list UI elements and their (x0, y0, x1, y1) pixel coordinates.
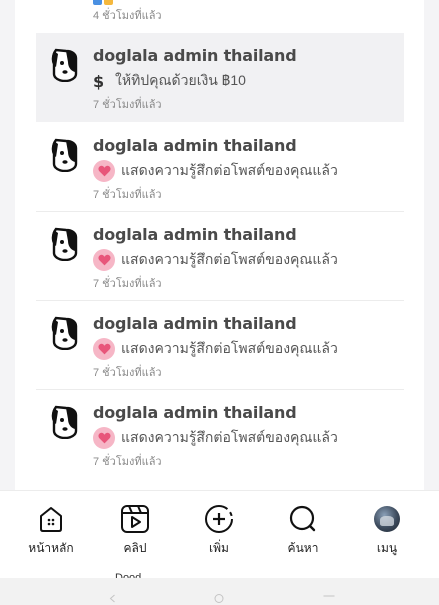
notification-message: $ ให้ทิปคุณด้วยเงิน ฿10 (93, 70, 246, 92)
dog-avatar-icon (51, 227, 78, 261)
nav-home-label: หน้าหลัก (28, 541, 74, 555)
notification-item[interactable]: doglala admin thailand แสดงความรู้สึกต่อ… (36, 301, 404, 390)
notification-sender: doglala admin thailand (93, 403, 297, 422)
notification-sender: doglala admin thailand (93, 46, 297, 65)
back-icon[interactable] (102, 592, 124, 605)
notification-message: แสดงความรู้สึกต่อโพสต์ของคุณแล้ว (93, 160, 338, 182)
recent-apps-icon[interactable] (318, 592, 340, 605)
notification-message-text: แสดงความรู้สึกต่อโพสต์ของคุณแล้ว (121, 162, 338, 178)
notification-message: แสดงความรู้สึกต่อโพสต์ของคุณแล้ว (93, 338, 338, 360)
nav-search[interactable]: ค้นหา (273, 503, 333, 558)
nav-clips[interactable]: คลิป (105, 503, 165, 558)
notification-sender: doglala admin thailand (93, 225, 297, 244)
dollar-icon: $ (93, 71, 105, 91)
video-clip-icon (121, 505, 149, 533)
dog-avatar-icon (51, 405, 78, 439)
nav-add-label: เพิ่ม (209, 541, 229, 555)
nav-home[interactable]: หน้าหลัก (21, 503, 81, 558)
system-navigation-bar (0, 578, 439, 605)
reaction-icons (93, 0, 115, 5)
nav-menu-label: เมนู (376, 541, 398, 555)
notification-message-text: ให้ทิปคุณด้วยเงิน ฿10 (115, 72, 246, 88)
nav-menu[interactable]: เมนู (357, 503, 417, 558)
heart-icon (93, 427, 115, 449)
notification-time: 7 ชั่วโมงที่แล้ว (93, 367, 162, 379)
notification-item[interactable]: doglala admin thailand แสดงความรู้สึกต่อ… (36, 390, 404, 479)
dog-avatar-icon (51, 316, 78, 350)
notification-message: แสดงความรู้สึกต่อโพสต์ของคุณแล้ว (93, 427, 338, 449)
notification-time: 7 ชั่วโมงที่แล้ว (93, 278, 162, 290)
bottom-navigation: หน้าหลัก คลิป เพิ่ม ค้นหา เมนู (0, 490, 439, 578)
profile-avatar (374, 506, 400, 532)
notification-item[interactable]: doglala admin thailand แสดงความรู้สึกต่อ… (36, 123, 404, 212)
notification-item[interactable]: doglala admin thailand $ ให้ทิปคุณด้วยเง… (36, 33, 404, 122)
heart-icon (93, 160, 115, 182)
nav-clips-label: คลิป (123, 541, 147, 555)
notification-time: 4 ชั่วโมงที่แล้ว (93, 10, 162, 22)
notification-time: 7 ชั่วโมงที่แล้ว (93, 99, 162, 111)
notification-message-text: แสดงความรู้สึกต่อโพสต์ของคุณแล้ว (121, 429, 338, 445)
nav-add[interactable]: เพิ่ม (189, 503, 249, 558)
notification-time: 7 ชั่วโมงที่แล้ว (93, 189, 162, 201)
notification-message: แสดงความรู้สึกต่อโพสต์ของคุณแล้ว (93, 249, 338, 271)
add-icon (205, 505, 233, 533)
notification-time: 7 ชั่วโมงที่แล้ว (93, 456, 162, 468)
home-icon (40, 507, 62, 532)
heart-icon (93, 249, 115, 271)
dog-avatar-icon (51, 138, 78, 172)
home-button-icon[interactable] (208, 592, 230, 605)
notification-sender: doglala admin thailand (93, 136, 297, 155)
heart-icon (93, 338, 115, 360)
search-icon (289, 505, 316, 532)
notification-message-text: แสดงความรู้สึกต่อโพสต์ของคุณแล้ว (121, 340, 338, 356)
dog-avatar-icon (51, 48, 78, 82)
notification-message-text: แสดงความรู้สึกต่อโพสต์ของคุณแล้ว (121, 251, 338, 267)
nav-search-label: ค้นหา (287, 541, 319, 555)
notification-sender: doglala admin thailand (93, 314, 297, 333)
notification-item[interactable]: doglala admin thailand แสดงความรู้สึกต่อ… (36, 212, 404, 301)
